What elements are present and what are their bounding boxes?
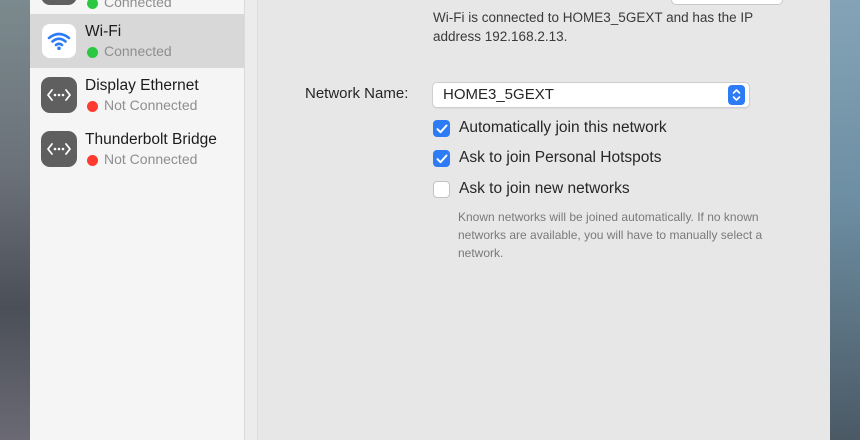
wifi-status-text: Wi-Fi is connected to HOME3_5GEXT and ha… — [433, 10, 753, 44]
sidebar-item-status: Connected — [104, 43, 172, 59]
wifi-icon — [41, 23, 77, 59]
ethernet-icon — [41, 77, 77, 113]
auto-join-checkbox[interactable] — [433, 120, 450, 137]
network-services-sidebar: Connected Wi-Fi Connected Display Ethern… — [30, 0, 245, 440]
updown-chevron-icon — [728, 85, 745, 105]
desktop-wallpaper-left — [0, 0, 30, 440]
ethernet-icon — [41, 131, 77, 167]
sidebar-item-label: Display Ethernet — [85, 77, 199, 94]
status-dot-icon — [87, 155, 98, 166]
sidebar-item-label: Wi-Fi — [85, 23, 122, 40]
new-networks-label: Ask to join new networks — [459, 180, 630, 197]
sidebar-item-status: Not Connected — [104, 97, 198, 113]
network-service-icon — [41, 0, 77, 5]
personal-hotspots-label: Ask to join Personal Hotspots — [459, 149, 662, 166]
sidebar-item-label: Thunderbolt Bridge — [85, 131, 217, 148]
sidebar-item-top-service[interactable]: Connected — [30, 0, 244, 14]
sidebar-item-wifi[interactable]: Wi-Fi Connected — [30, 14, 244, 68]
network-name-value: HOME3_5GEXT — [443, 86, 554, 103]
sidebar-item-status: Not Connected — [104, 151, 198, 167]
status-dot-icon — [87, 47, 98, 58]
auto-join-label: Automatically join this network — [459, 119, 667, 136]
turn-wifi-off-button[interactable] — [671, 0, 783, 5]
known-networks-help-text: Known networks will be joined automatica… — [458, 210, 763, 260]
new-networks-checkbox[interactable] — [433, 181, 450, 198]
status-dot-icon — [87, 0, 98, 9]
personal-hotspots-checkbox[interactable] — [433, 150, 450, 167]
status-dot-icon — [87, 101, 98, 112]
sidebar-item-thunderbolt-bridge[interactable]: Thunderbolt Bridge Not Connected — [30, 122, 244, 176]
desktop-wallpaper-right — [830, 0, 860, 440]
network-name-label: Network Name: — [305, 85, 409, 102]
network-name-select[interactable]: HOME3_5GEXT — [432, 82, 750, 108]
sidebar-item-status: Connected — [104, 0, 172, 10]
sidebar-item-display-ethernet[interactable]: Display Ethernet Not Connected — [30, 68, 244, 122]
